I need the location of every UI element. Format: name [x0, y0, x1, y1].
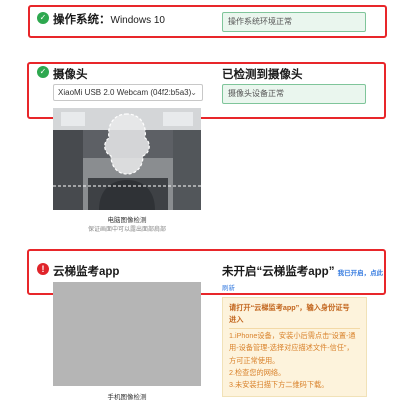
camera-caption: 电脑图像检测: [107, 217, 147, 224]
error-circle-icon: !: [37, 263, 49, 275]
camera-detected-heading: 已检测到摄像头: [222, 69, 303, 81]
camera-status-text: 摄像头设备正常: [228, 89, 284, 98]
check-circle-icon: ✓: [37, 12, 49, 24]
notice-divider: [229, 327, 360, 329]
camera-status-field: 摄像头设备正常: [222, 84, 366, 104]
os-label: 操作系统: [53, 14, 99, 26]
webcam-scene: [53, 108, 201, 210]
os-status-field: 操作系统环境正常: [222, 12, 366, 32]
app-heading: 未开启“云梯监考app” 我已开启，点此: [222, 263, 383, 279]
camera-device-select[interactable]: XiaoMi USB 2.0 Webcam (04f2:b5a3) ⌄: [53, 84, 203, 101]
notice-line: 方可正常使用。: [229, 355, 280, 365]
app-instructions-notice: 请打开“云梯监考app”，输入身份证号 进入 1.iPhone设备，安装小后需点…: [222, 297, 367, 397]
notice-line: 1.iPhone设备，安装小后需点击“设置-通: [229, 330, 356, 340]
camera-device-value: XiaoMi USB 2.0 Webcam (04f2:b5a3): [58, 88, 192, 97]
notice-line: 进入: [229, 315, 244, 325]
notice-line: 3.未安装扫描下方二维码下载。: [229, 380, 329, 390]
refresh-link[interactable]: 我已开启，点此: [338, 270, 384, 277]
app-caption: 手机图像检测: [107, 394, 147, 401]
webcam-preview: [53, 108, 201, 210]
os-value: Windows 10: [110, 15, 165, 26]
chevron-down-icon: ⌄: [190, 88, 197, 97]
os-colon: ：: [99, 14, 111, 26]
app-heading-text: 未开启“云梯监考app”: [222, 266, 335, 278]
notice-line: 用-设备管理-选择对应描述文件-信任”，: [229, 343, 354, 353]
notice-line: 请打开“云梯监考app”，输入身份证号: [229, 303, 350, 312]
notice-line: 2.检查您的网络。: [229, 368, 286, 378]
os-title: 操作系统：Windows 10: [53, 11, 165, 27]
os-status-text: 操作系统环境正常: [228, 17, 292, 26]
camera-subcaption: 保证画面中可以露出面部肩部: [87, 227, 166, 233]
refresh-link-2[interactable]: 刷新: [222, 282, 235, 292]
phone-preview: [53, 282, 201, 386]
check-circle-icon: ✓: [37, 66, 49, 78]
app-title: 云梯监考app: [53, 266, 120, 278]
camera-title: 摄像头: [53, 69, 88, 81]
